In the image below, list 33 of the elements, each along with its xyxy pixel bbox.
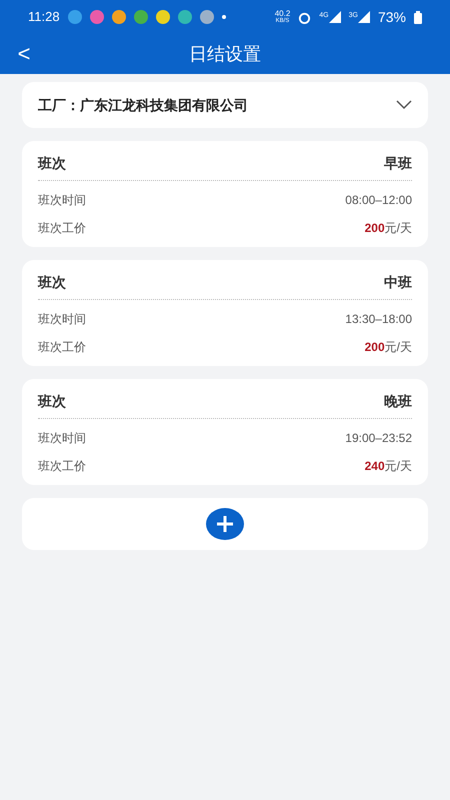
time-label: 班次时间 <box>38 192 86 209</box>
price-label: 班次工价 <box>38 220 86 237</box>
price-unit: 元/天 <box>384 458 412 475</box>
price-label: 班次工价 <box>38 458 86 475</box>
price-amount: 200 <box>364 339 385 356</box>
shift-label: 班次 <box>38 273 66 292</box>
signal-icon <box>358 11 370 23</box>
page-title: 日结设置 <box>188 42 262 66</box>
dot-icon <box>222 15 226 19</box>
shift-name: 晚班 <box>384 392 412 411</box>
shift-time: 19:00–23:52 <box>345 430 412 447</box>
network-speed: 40.2 <box>274 10 290 18</box>
price-label: 班次工价 <box>38 339 86 356</box>
battery-percent: 73% <box>378 8 406 26</box>
price-unit: 元/天 <box>384 220 412 237</box>
status-time: 11:28 <box>28 8 60 26</box>
shift-name: 早班 <box>384 154 412 173</box>
shift-label: 班次 <box>38 154 66 173</box>
battery-icon <box>414 10 422 24</box>
chevron-down-icon <box>396 100 412 110</box>
shift-time: 08:00–12:00 <box>345 192 412 209</box>
shift-name: 中班 <box>384 273 412 292</box>
price-amount: 200 <box>364 220 385 237</box>
shift-time: 13:30–18:00 <box>345 311 412 328</box>
price-unit: 元/天 <box>384 339 412 356</box>
shift-label: 班次 <box>38 392 66 411</box>
signal-icon <box>328 11 341 23</box>
back-button[interactable]: < <box>14 43 34 65</box>
time-label: 班次时间 <box>38 430 86 447</box>
price-amount: 240 <box>364 458 385 475</box>
time-label: 班次时间 <box>38 311 86 328</box>
factory-dropdown[interactable]: 工厂：广东江龙科技集团有限公司 <box>22 82 428 128</box>
add-button-icon[interactable] <box>206 508 244 540</box>
